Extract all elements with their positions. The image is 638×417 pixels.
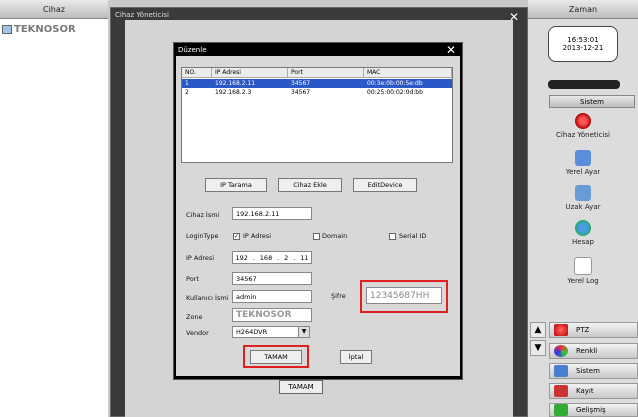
log-icon bbox=[574, 257, 592, 275]
column-header-mac[interactable]: MAC bbox=[364, 68, 452, 78]
zone-label: Zone bbox=[186, 313, 203, 321]
monitor-icon bbox=[2, 25, 12, 34]
edit-device-button[interactable]: EditDevice bbox=[353, 178, 417, 192]
column-header-port[interactable]: Port bbox=[288, 68, 364, 78]
menu-item-system[interactable]: Sistem bbox=[549, 363, 638, 379]
port-input[interactable]: 34567 bbox=[232, 272, 312, 285]
device-manager-title: Cihaz Yöneticisi bbox=[115, 11, 169, 19]
clock-date: 2013-12-21 bbox=[562, 44, 604, 52]
sidebar-item-label: Uzak Ayar bbox=[565, 203, 601, 211]
record-icon bbox=[554, 385, 568, 397]
remote-settings-icon bbox=[575, 185, 591, 201]
ip-address-label: IP Adresi bbox=[186, 254, 215, 262]
device-name-input[interactable]: 192.168.2.11 bbox=[232, 207, 312, 220]
user-icon bbox=[575, 220, 591, 236]
system-section-header: Sistem bbox=[549, 95, 635, 108]
advanced-icon bbox=[554, 404, 568, 416]
username-label: Kullanıcı İsmi bbox=[186, 294, 229, 302]
menu-item-label: Sistem bbox=[576, 367, 600, 375]
username-input[interactable]: admin bbox=[232, 290, 312, 303]
menu-item-advanced[interactable]: Gelişmiş bbox=[549, 403, 638, 417]
ip-scan-button[interactable]: IP Tarama bbox=[205, 178, 267, 192]
ip-octet-3: 2 bbox=[284, 253, 289, 262]
time-panel-header: Zaman bbox=[528, 0, 638, 19]
menu-item-ptz[interactable]: PTZ bbox=[549, 322, 638, 338]
sidebar-item-local-log[interactable]: Yerel Log bbox=[528, 257, 638, 285]
ip-dot: . bbox=[293, 253, 296, 262]
column-header-ip[interactable]: IP Adresi bbox=[212, 68, 288, 78]
menu-item-color[interactable]: Renkli bbox=[549, 343, 638, 359]
edit-dialog-title: Düzenle bbox=[178, 46, 207, 54]
sidebar-item-local-settings[interactable]: Yerel Ayar bbox=[528, 150, 638, 176]
row-ip: 192.168.2.3 bbox=[215, 89, 252, 96]
menu-item-label: PTZ bbox=[576, 326, 590, 334]
row-port: 34567 bbox=[291, 80, 311, 87]
table-row[interactable]: 2 192.168.2.3 34567 00:25:00:02:0d:bb bbox=[182, 88, 452, 97]
clock-time: 16:53:01 bbox=[567, 36, 599, 44]
port-label: Port bbox=[186, 275, 199, 283]
login-serial-option: Serial ID bbox=[399, 232, 427, 240]
row-port: 34567 bbox=[291, 89, 311, 96]
ip-dot: . bbox=[252, 253, 255, 262]
row-mac: 00:25:00:02:0d:bb bbox=[367, 89, 423, 96]
clock-display: 16:53:01 2013-12-21 bbox=[548, 26, 618, 62]
menu-item-record[interactable]: Kayıt bbox=[549, 383, 638, 399]
login-ip-checkbox[interactable]: ✓ bbox=[233, 233, 240, 240]
login-domain-checkbox[interactable] bbox=[313, 233, 320, 240]
menu-item-label: Gelişmiş bbox=[576, 406, 606, 414]
scroll-down-icon[interactable]: ▼ bbox=[530, 340, 546, 356]
scroll-up-icon[interactable]: ▲ bbox=[530, 322, 546, 338]
ip-address-input[interactable]: 192. 168. 2. 11 bbox=[232, 251, 312, 264]
row-no: 1 bbox=[185, 80, 189, 87]
menu-item-label: Renkli bbox=[576, 347, 598, 355]
ip-octet-1: 192 bbox=[235, 253, 248, 262]
ip-octet-4: 11 bbox=[300, 253, 309, 262]
row-ip: 192.168.2.11 bbox=[215, 80, 256, 87]
sidebar-item-label: Hesap bbox=[572, 238, 594, 246]
table-row[interactable]: 1 192.168.2.11 34567 00:3e:0b:00:5e:db bbox=[182, 79, 452, 88]
vendor-label: Vendor bbox=[186, 329, 209, 337]
login-serial-checkbox[interactable] bbox=[389, 233, 396, 240]
password-label: Şifre bbox=[331, 292, 346, 300]
login-ip-option: IP Adresi bbox=[243, 232, 272, 240]
device-manager-icon bbox=[575, 113, 591, 129]
ok-highlight bbox=[243, 345, 309, 368]
status-bar bbox=[548, 80, 620, 89]
ip-dot: . bbox=[277, 253, 280, 262]
row-no: 2 bbox=[185, 89, 189, 96]
local-settings-icon bbox=[575, 150, 591, 166]
row-mac: 00:3e:0b:00:5e:db bbox=[367, 80, 423, 87]
vendor-select[interactable]: H264DVR ▼ bbox=[232, 326, 310, 338]
color-icon bbox=[554, 345, 568, 357]
vendor-value: H264DVR bbox=[236, 328, 268, 336]
login-type-label: LoginType bbox=[186, 232, 219, 240]
ip-octet-2: 168 bbox=[259, 253, 273, 262]
ptz-icon bbox=[554, 324, 568, 336]
system-icon bbox=[554, 365, 568, 377]
zone-input[interactable]: TEKNOSOR bbox=[232, 308, 312, 322]
device-scan-table[interactable]: NO. IP Adresi Port MAC 1 192.168.2.11 34… bbox=[181, 67, 453, 163]
device-name-label: Cihaz İsmi bbox=[186, 211, 220, 219]
sidebar-item-label: Cihaz Yöneticisi bbox=[556, 131, 610, 139]
device-manager-ok-button[interactable]: TAMAM bbox=[279, 380, 323, 394]
column-header-no[interactable]: NO. bbox=[182, 68, 212, 78]
menu-item-label: Kayıt bbox=[576, 387, 594, 395]
sidebar-item-remote-settings[interactable]: Uzak Ayar bbox=[528, 185, 638, 211]
sidebar-item-label: Yerel Ayar bbox=[565, 168, 601, 176]
cancel-button[interactable]: İptal bbox=[340, 350, 372, 364]
password-highlight bbox=[360, 280, 448, 313]
device-tree-label: TEKNOSOR bbox=[14, 24, 76, 35]
chevron-down-icon[interactable]: ▼ bbox=[298, 327, 309, 337]
sidebar-item-label: Yerel Log bbox=[567, 277, 599, 285]
device-panel-header: Cihaz bbox=[0, 0, 108, 19]
sidebar-item-account[interactable]: Hesap bbox=[528, 220, 638, 246]
login-domain-option: Domain bbox=[322, 232, 348, 240]
sidebar-item-device-manager[interactable]: Cihaz Yöneticisi bbox=[528, 113, 638, 139]
device-list-panel: Cihaz TEKNOSOR bbox=[0, 0, 108, 417]
add-device-button[interactable]: Cihaz Ekle bbox=[278, 178, 342, 192]
device-tree-item[interactable]: TEKNOSOR bbox=[2, 24, 76, 35]
close-icon[interactable]: ✕ bbox=[446, 43, 456, 57]
